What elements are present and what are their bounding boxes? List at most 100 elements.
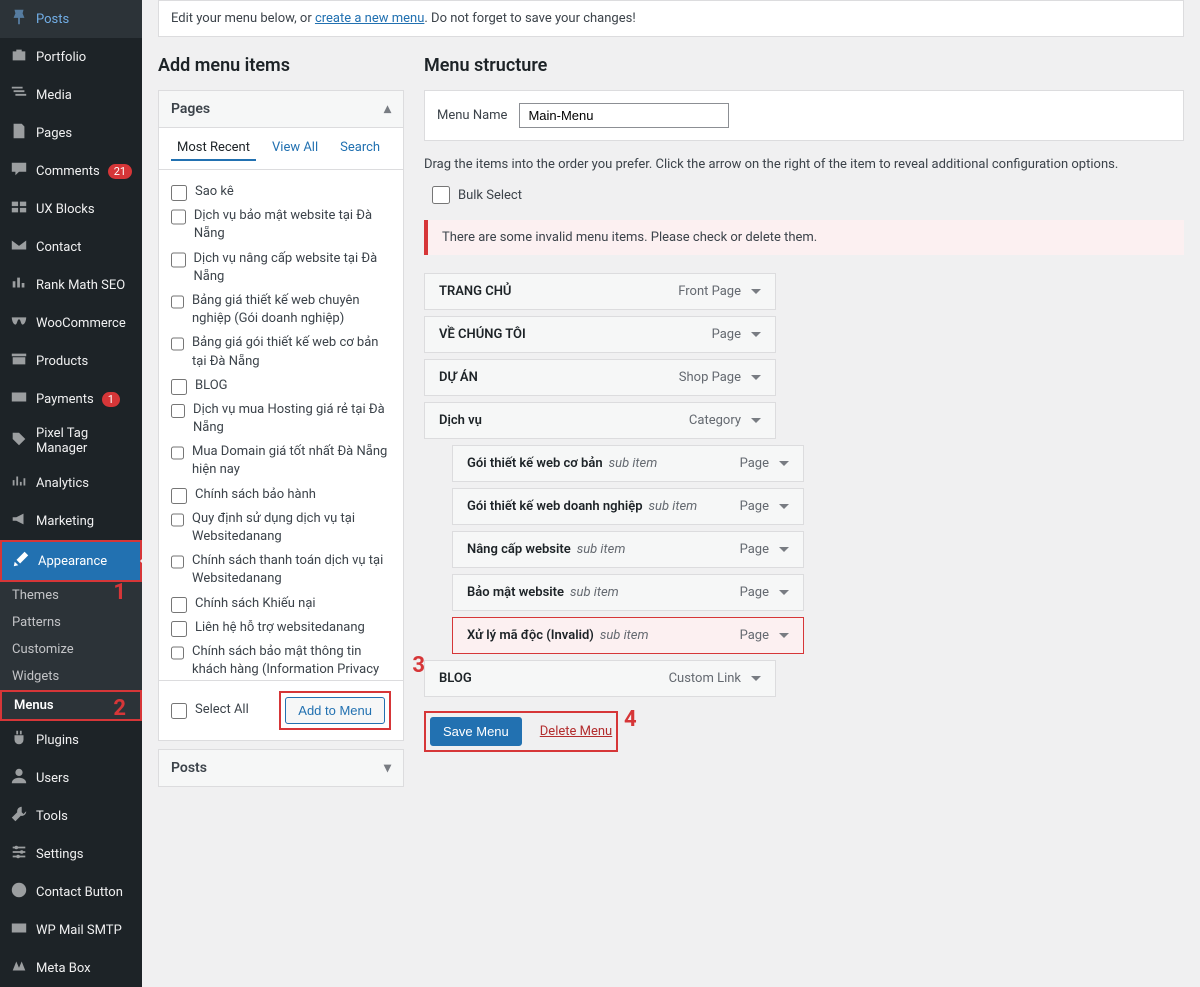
- menu-item[interactable]: Dịch vụCategory: [424, 402, 776, 439]
- sidebar-item-comments[interactable]: Comments21: [0, 152, 142, 190]
- sidebar-item-meta-box[interactable]: Meta Box: [0, 949, 142, 987]
- invalid-items-error: There are some invalid menu items. Pleas…: [424, 220, 1184, 255]
- page-checkbox[interactable]: [171, 597, 187, 613]
- page-label[interactable]: Chính sách bảo mật thông tin khách hàng …: [192, 643, 391, 680]
- chevron-down-icon[interactable]: [751, 375, 761, 380]
- sidebar-sub-customize[interactable]: Customize: [0, 636, 142, 663]
- menu-name-input[interactable]: [519, 103, 729, 128]
- sidebar-item-contact-button[interactable]: Contact Button: [0, 873, 142, 911]
- select-all-label[interactable]: Select All: [195, 701, 249, 719]
- page-checkbox[interactable]: [171, 379, 187, 395]
- menu-item-type: Shop Page: [679, 370, 741, 385]
- sidebar-item-analytics[interactable]: Analytics: [0, 464, 142, 502]
- page-label[interactable]: Bảng giá gói thiết kế web cơ bản tại Đà …: [192, 334, 391, 370]
- page-checkbox[interactable]: [171, 488, 187, 504]
- posts-accordion-title: Posts: [171, 760, 207, 776]
- sidebar-item-pages[interactable]: Pages: [0, 114, 142, 152]
- page-label[interactable]: Liên hệ hỗ trợ websitedanang: [195, 619, 365, 637]
- page-label[interactable]: Chính sách bảo hành: [195, 486, 316, 504]
- sidebar-item-label: Products: [36, 354, 88, 369]
- page-label[interactable]: Mua Domain giá tốt nhất Đà Nẵng hiện nay: [192, 443, 391, 479]
- posts-accordion-header[interactable]: Posts ▾: [159, 750, 403, 786]
- sidebar-item-settings[interactable]: Settings: [0, 835, 142, 873]
- tab-view-all[interactable]: View All: [266, 136, 324, 161]
- pages-accordion-title: Pages: [171, 101, 210, 117]
- page-checkbox[interactable]: [171, 209, 186, 225]
- chevron-down-icon[interactable]: [779, 590, 789, 595]
- sidebar-item-portfolio[interactable]: Portfolio: [0, 38, 142, 76]
- sidebar-item-contact[interactable]: Contact: [0, 228, 142, 266]
- menu-item[interactable]: Bảo mật websitesub itemPage: [452, 574, 804, 611]
- sidebar-item-pixel-tag-manager[interactable]: Pixel Tag Manager: [0, 418, 142, 464]
- sidebar-item-appearance[interactable]: Appearance: [0, 540, 142, 582]
- sidebar-sub-widgets[interactable]: Widgets: [0, 663, 142, 690]
- sidebar-item-rank-math-seo[interactable]: Rank Math SEO: [0, 266, 142, 304]
- menu-item[interactable]: TRANG CHỦFront Page: [424, 273, 776, 310]
- page-checkbox[interactable]: [171, 185, 187, 201]
- sidebar-item-payments[interactable]: Payments1: [0, 380, 142, 418]
- save-menu-button[interactable]: Save Menu: [430, 717, 522, 746]
- sidebar-sub-patterns[interactable]: Patterns: [0, 609, 142, 636]
- delete-menu-link[interactable]: Delete Menu: [540, 724, 612, 739]
- sidebar-item-ux-blocks[interactable]: UX Blocks: [0, 190, 142, 228]
- chevron-down-icon[interactable]: [779, 461, 789, 466]
- page-label[interactable]: Chính sách thanh toán dịch vụ tại Websit…: [192, 552, 391, 588]
- chevron-down-icon[interactable]: [779, 504, 789, 509]
- sidebar-item-marketing[interactable]: Marketing: [0, 502, 142, 540]
- chevron-down-icon[interactable]: [751, 289, 761, 294]
- menu-item[interactable]: BLOGCustom Link: [424, 660, 776, 697]
- tab-most-recent[interactable]: Most Recent: [171, 136, 256, 161]
- page-label[interactable]: Sao kê: [195, 183, 234, 201]
- select-all-checkbox[interactable]: [171, 703, 187, 719]
- page-checkbox[interactable]: [171, 512, 184, 528]
- payment-icon: [10, 388, 28, 410]
- sidebar-item-tools[interactable]: Tools: [0, 797, 142, 835]
- page-checkbox[interactable]: [171, 621, 187, 637]
- page-label[interactable]: Chính sách Khiếu nại: [195, 595, 316, 613]
- page-label[interactable]: Dịch vụ mua Hosting giá rẻ tại Đà Nẵng: [193, 401, 391, 437]
- page-label[interactable]: BLOG: [195, 377, 228, 395]
- menu-item[interactable]: VỀ CHÚNG TÔIPage: [424, 316, 776, 353]
- page-checkbox[interactable]: [171, 336, 184, 352]
- sliders-icon: [10, 843, 28, 865]
- page-label[interactable]: Dịch vụ bảo mật website tại Đà Nẵng: [194, 207, 391, 243]
- bulk-select-checkbox[interactable]: [432, 186, 450, 204]
- sidebar-item-woocommerce[interactable]: WooCommerce: [0, 304, 142, 342]
- page-item: Quy định sử dụng dịch vụ tại Websitedana…: [171, 507, 391, 549]
- add-to-menu-button[interactable]: Add to Menu: [285, 697, 385, 724]
- page-checkbox[interactable]: [171, 554, 184, 570]
- create-menu-link[interactable]: create a new menu: [315, 11, 424, 26]
- menu-item[interactable]: Nâng cấp websitesub itemPage: [452, 531, 804, 568]
- sidebar-item-media[interactable]: Media: [0, 76, 142, 114]
- chevron-down-icon[interactable]: [751, 332, 761, 337]
- sidebar-item-plugins[interactable]: Plugins: [0, 721, 142, 759]
- page-label[interactable]: Bảng giá thiết kế web chuyên nghiệp (Gói…: [192, 292, 391, 328]
- plug-icon: [10, 729, 28, 751]
- menu-item[interactable]: Gói thiết kế web cơ bảnsub itemPage: [452, 445, 804, 482]
- menu-item[interactable]: Gói thiết kế web doanh nghiệpsub itemPag…: [452, 488, 804, 525]
- pages-accordion-header[interactable]: Pages ▴: [159, 91, 403, 128]
- page-label[interactable]: Dịch vụ nâng cấp website tại Đà Nẵng: [194, 250, 391, 286]
- page-checkbox[interactable]: [171, 403, 185, 419]
- page-checkbox[interactable]: [171, 252, 186, 268]
- chevron-down-icon[interactable]: [751, 418, 761, 423]
- chevron-down-icon[interactable]: [751, 676, 761, 681]
- chevron-down-icon[interactable]: [779, 547, 789, 552]
- menu-item[interactable]: Xử lý mã độc (Invalid)sub itemPage: [452, 617, 804, 654]
- user-icon: [10, 767, 28, 789]
- caret-down-icon: ▾: [384, 760, 391, 776]
- sidebar-item-products[interactable]: Products: [0, 342, 142, 380]
- page-label[interactable]: Quy định sử dụng dịch vụ tại Websitedana…: [192, 510, 391, 546]
- tab-search[interactable]: Search: [334, 136, 386, 161]
- menu-item[interactable]: DỰ ÁNShop Page: [424, 359, 776, 396]
- menu-item-subtext: sub item: [609, 456, 658, 471]
- mail-icon: [10, 236, 28, 258]
- page-checkbox[interactable]: [171, 645, 184, 661]
- sidebar-item-wp-mail-smtp[interactable]: WP Mail SMTP: [0, 911, 142, 949]
- page-checkbox[interactable]: [171, 445, 184, 461]
- menu-item-label: Bảo mật website: [467, 585, 564, 600]
- sidebar-item-posts[interactable]: Posts: [0, 0, 142, 38]
- chevron-down-icon[interactable]: [779, 633, 789, 638]
- page-checkbox[interactable]: [171, 294, 184, 310]
- sidebar-item-users[interactable]: Users: [0, 759, 142, 797]
